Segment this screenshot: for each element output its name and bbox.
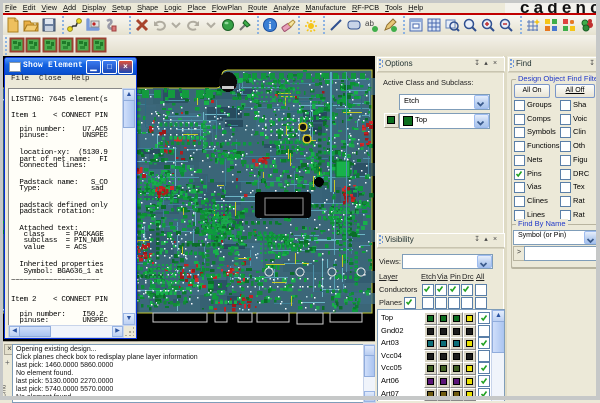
svg-text:ab: ab xyxy=(365,19,374,28)
svg-text:i: i xyxy=(269,21,272,32)
